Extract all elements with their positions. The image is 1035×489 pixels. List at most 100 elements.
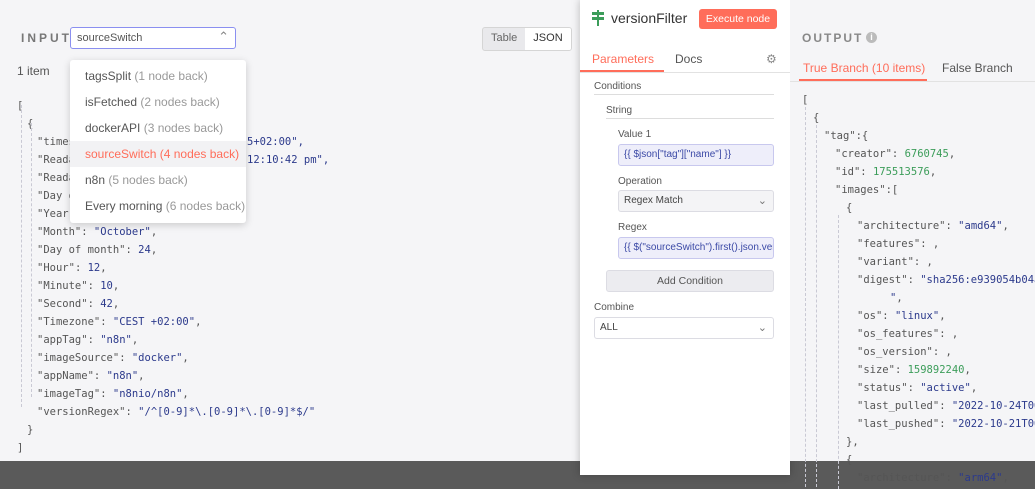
json-line: { [846,199,852,217]
json-colon: : [100,316,113,328]
json-value: "arm64" [958,472,1003,484]
json-row: "imageTag": "n8nio/n8n", [37,385,189,403]
json-key: "size" [857,364,895,376]
value1-label: Value 1 [618,129,652,140]
json-key: "status" [857,382,908,394]
json-punctuation: : , [913,256,933,268]
json-value: "docker" [131,352,183,364]
tab-docs[interactable]: Docs [675,52,702,66]
json-value: 12:10:42 pm", [247,154,330,166]
json-view-button[interactable]: JSON [525,28,571,50]
json-key: "creator" [835,148,892,160]
active-tab-indicator [580,70,664,72]
json-key: "appTag" [37,334,88,346]
json-comma: , [182,388,189,400]
tab-parameters[interactable]: Parameters [592,52,654,66]
add-condition-button[interactable]: Add Condition [606,270,774,292]
json-line: "architecture": "arm64", [857,469,1009,487]
input-source-dropdown: tagsSplit (1 node back) isFetched (2 node… [70,60,246,223]
json-row: "Minute": 10, [37,277,119,295]
json-key: "Minute" [37,280,88,292]
json-value: "n8n" [106,370,139,382]
json-comma: , [112,280,120,292]
json-value: "n8nio/n8n" [112,388,183,400]
json-line: "digest": "sha256:e939054b04a122 [857,271,1035,289]
json-colon: : [87,280,101,292]
json-punctuation: : [907,274,921,286]
tab-true-branch[interactable]: True Branch (10 items) [803,61,925,75]
combine-select[interactable]: ALL ⌄ [594,317,774,339]
table-view-button[interactable]: Table [483,28,525,50]
json-key: "Second" [37,298,88,310]
regex-label: Regex [618,222,647,233]
json-punctuation: : [945,220,959,232]
json-line: ] [17,439,23,457]
chevron-up-icon: ⌃ [218,29,229,44]
conditions-label: Conditions [594,81,642,92]
json-key: "imageTag" [37,388,101,400]
json-punctuation: : , [932,346,952,358]
output-panel: OUTPUT i True Branch (10 items) False Br… [790,0,1035,489]
dropdown-option[interactable]: n8n (5 nodes back) [70,167,246,193]
operation-select[interactable]: Regex Match ⌄ [618,190,774,212]
json-punctuation: : [939,418,952,430]
json-key: "Timezone" [37,316,101,328]
dropdown-option[interactable]: sourceSwitch (4 nodes back) [70,141,246,167]
node-parameters-panel: versionFilter Execute node Parameters Do… [580,0,790,475]
dropdown-option[interactable]: tagsSplit (1 node back) [70,63,246,89]
dropdown-option[interactable]: dockerAPI (3 nodes back) [70,115,246,141]
info-icon[interactable]: i [866,32,877,43]
json-key: "features" [857,238,921,250]
json-comma: , [131,334,139,346]
json-line: "size": 159892240, [857,361,971,379]
json-line: ", [890,289,903,307]
json-key: "Month" [37,226,82,238]
option-distance: (2 nodes back) [140,95,220,109]
input-panel: INPUT sourceSwitch ⌃ Table JSON 1 item [… [0,0,580,461]
value1-field[interactable]: {{ $json["tag"]["name"] }} [618,144,774,166]
regex-field[interactable]: {{ $("sourceSwitch").first().json.versio… [618,237,774,259]
json-comma: , [138,370,145,382]
parameter-tabs: Parameters Docs [580,44,790,73]
json-line: { [846,451,852,469]
json-value: "active" [920,382,971,394]
option-node-name: sourceSwitch [85,147,157,161]
json-punctuation: , [964,364,971,376]
json-key: "appName" [37,370,94,382]
input-source-select[interactable]: sourceSwitch ⌃ [70,27,236,49]
json-punctuation: :{ [855,130,869,142]
indent-guide [816,125,817,487]
tab-false-branch[interactable]: False Branch [942,61,1013,75]
json-row: "Day of month": 24, [37,241,157,259]
execute-node-button[interactable]: Execute node [699,9,777,29]
output-tabs-divider [790,81,1035,82]
filter-icon [592,10,604,26]
chevron-down-icon: ⌄ [757,322,767,334]
node-title: versionFilter [611,10,688,26]
json-punctuation: : [945,472,959,484]
option-distance: (6 nodes back) [165,199,246,213]
operation-label: Operation [618,176,662,187]
json-row: "versionRegex": "/^[0-9]*\.[0-9]*\.[0-9]… [37,403,315,421]
json-comma: , [195,316,202,328]
json-key: "architecture" [857,220,946,232]
json-row: "appTag": "n8n", [37,331,138,349]
json-colon: : [87,334,101,346]
indent-guide [805,107,806,487]
json-punctuation: : , [939,328,959,340]
json-value: "sha256:e939054b04a122 [920,274,1035,286]
json-colon: : [100,388,113,400]
json-value: "2022-10-24T06:27 [951,400,1035,412]
json-line: "tag":{ [824,127,868,145]
json-key: "id" [835,166,861,178]
dropdown-option[interactable]: isFetched (2 nodes back) [70,89,246,115]
option-node-name: tagsSplit [85,69,132,83]
json-punctuation: : [939,400,952,412]
view-toggle: Table JSON [482,27,572,51]
json-punctuation: }, [846,436,859,448]
json-value: "2022-10-21T06:26 [951,418,1035,430]
json-line: "os_version": , [857,343,952,361]
json-key: "variant" [857,256,914,268]
gear-icon[interactable]: ⚙ [766,52,777,66]
dropdown-option[interactable]: Every morning (6 nodes back) [70,193,246,219]
